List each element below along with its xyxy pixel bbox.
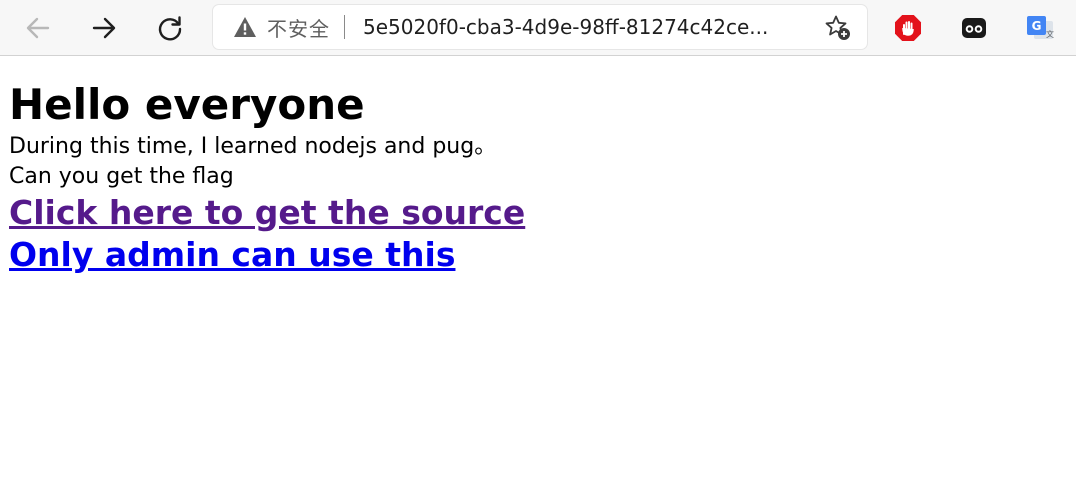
back-button[interactable]	[18, 8, 58, 48]
google-translate-icon: G 文	[1027, 16, 1054, 39]
reload-icon	[158, 16, 182, 41]
address-bar[interactable]: 不安全 5e5020f0-cba3-4d9e-98ff-81274c42ce..…	[213, 5, 867, 49]
back-arrow-icon	[26, 17, 50, 39]
admin-link-heading: Only admin can use this	[9, 234, 1069, 276]
forward-arrow-icon	[92, 17, 116, 39]
forward-button[interactable]	[84, 8, 124, 48]
add-favorite-icon	[825, 15, 850, 40]
security-label: 不安全	[267, 16, 330, 41]
adblock-extension-button[interactable]	[892, 12, 924, 44]
mask-extension-icon	[962, 18, 986, 38]
page-heading: Hello everyone	[9, 80, 365, 129]
question-paragraph: Can you get the flag	[9, 164, 234, 189]
svg-text:文: 文	[1046, 29, 1054, 39]
address-divider	[344, 15, 345, 39]
admin-link[interactable]: Only admin can use this	[9, 235, 455, 274]
adblock-hand-icon	[895, 15, 921, 41]
translate-extension-button[interactable]: G 文	[1024, 12, 1056, 44]
reload-button[interactable]	[150, 8, 190, 48]
svg-text:G: G	[1032, 19, 1042, 33]
source-link-heading: Click here to get the source	[9, 192, 1069, 234]
browser-toolbar: 不安全 5e5020f0-cba3-4d9e-98ff-81274c42ce..…	[0, 0, 1076, 56]
mask-extension-button[interactable]	[958, 12, 990, 44]
add-favorite-button[interactable]	[823, 13, 853, 43]
intro-paragraph: During this time, I learned nodejs and p…	[9, 134, 497, 159]
page-content: Hello everyone During this time, I learn…	[9, 56, 1069, 276]
source-link[interactable]: Click here to get the source	[9, 193, 525, 232]
security-indicator[interactable]: 不安全	[233, 12, 330, 42]
url-text[interactable]: 5e5020f0-cba3-4d9e-98ff-81274c42ce...	[363, 15, 791, 39]
warning-icon	[234, 17, 256, 37]
